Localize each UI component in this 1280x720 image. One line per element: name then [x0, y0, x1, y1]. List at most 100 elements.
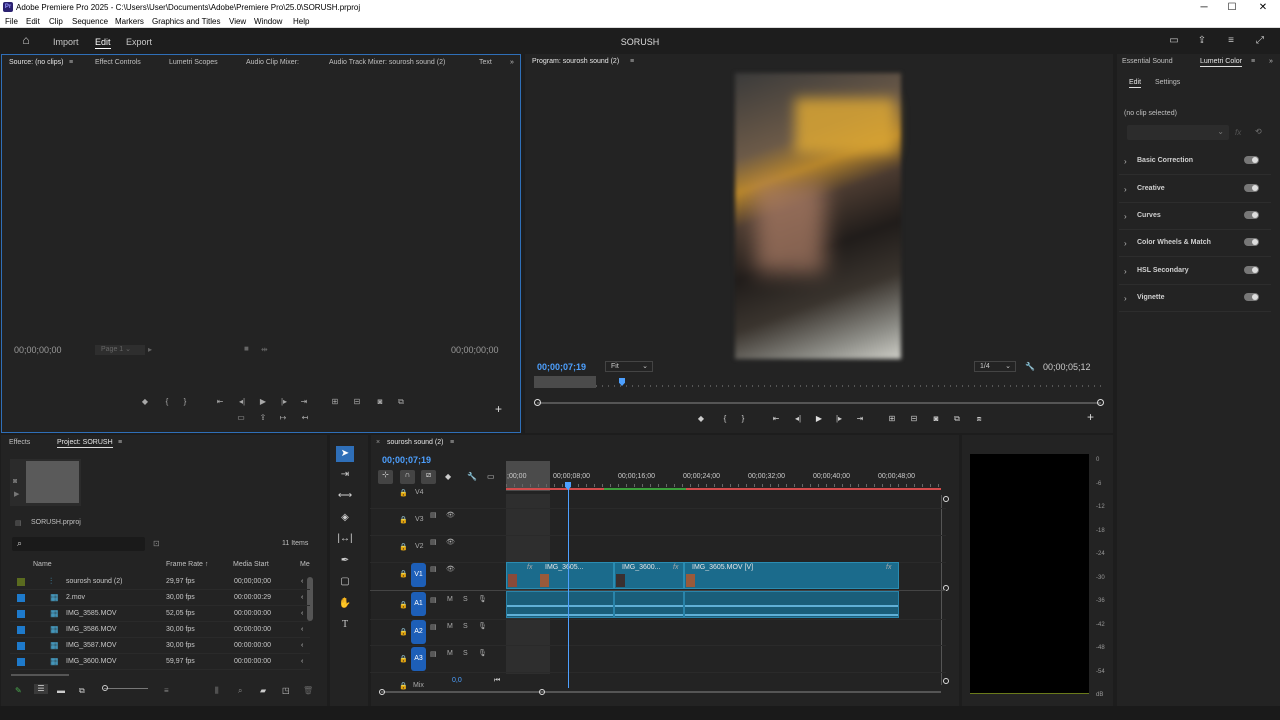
- toggle-sync-icon[interactable]: ▤: [430, 538, 437, 546]
- step-forward-icon[interactable]: |▸: [833, 414, 845, 424]
- play-icon[interactable]: ▶: [257, 397, 269, 407]
- close-sequence-icon[interactable]: ×: [376, 439, 380, 446]
- project-list-item[interactable]: ▦ IMG_3585.MOV 52,05 fps 00:00:00:00 ‹: [10, 606, 310, 622]
- mark-out-icon[interactable]: }: [738, 414, 748, 424]
- export-frame-icon[interactable]: ◙: [929, 414, 943, 424]
- col-media-end[interactable]: Me: [300, 561, 310, 568]
- step-back-icon[interactable]: ◂|: [792, 414, 804, 424]
- toggle-sync-icon[interactable]: ▤: [430, 623, 437, 631]
- tab-project[interactable]: Project: SORUSH: [57, 439, 113, 448]
- work-area-bar[interactable]: [534, 376, 596, 388]
- step-forward-icon[interactable]: |▸: [278, 397, 290, 407]
- section-toggle[interactable]: [1244, 266, 1259, 274]
- mute-button[interactable]: M: [447, 623, 453, 630]
- mix-skip-icon[interactable]: ⏮: [494, 677, 500, 685]
- rectangle-tool-icon[interactable]: ▢: [336, 574, 354, 590]
- program-title[interactable]: Program: sourosh sound (2): [532, 58, 619, 65]
- project-list-item[interactable]: ▦ IMG_3587.MOV 30,00 fps 00:00:00:00 ‹: [10, 638, 310, 654]
- lock-icon[interactable]: 🔒: [399, 655, 408, 663]
- section-color-wheels[interactable]: › Color Wheels & Match: [1119, 230, 1271, 257]
- audio-clip[interactable]: [506, 591, 614, 618]
- toggle-sync-icon[interactable]: ▤: [430, 650, 437, 658]
- workspaces-icon[interactable]: ▭: [1168, 35, 1180, 47]
- menu-window[interactable]: Window: [254, 17, 282, 26]
- timeline-playhead-line[interactable]: [568, 488, 569, 688]
- trash-icon[interactable]: 🗑: [303, 686, 313, 696]
- freeform-view-icon[interactable]: ⧉: [79, 686, 85, 696]
- close-button[interactable]: ✕: [1246, 0, 1280, 15]
- solo-button[interactable]: S: [463, 623, 468, 630]
- go-to-in-icon[interactable]: ⇤: [770, 414, 782, 424]
- tab-effects[interactable]: Effects: [9, 439, 30, 446]
- mark-in-icon[interactable]: {: [162, 397, 172, 407]
- nav-export[interactable]: Export: [126, 37, 152, 47]
- in-out-icon[interactable]: ⇹: [261, 345, 268, 355]
- find-icon[interactable]: ⌕: [238, 686, 242, 696]
- new-folder-icon[interactable]: ▰: [260, 686, 266, 696]
- menu-clip[interactable]: Clip: [49, 17, 63, 26]
- project-list-item[interactable]: ▦ IMG_3600.MOV 59,97 fps 00:00:00:00 ‹: [10, 654, 310, 670]
- list-view-icon[interactable]: ☰: [34, 684, 48, 694]
- menu-lines-icon[interactable]: ≡: [1225, 35, 1237, 47]
- lock-icon[interactable]: 🔒: [399, 516, 408, 524]
- lock-icon[interactable]: 🔒: [399, 570, 408, 578]
- maximize-button[interactable]: ☐: [1215, 0, 1249, 15]
- source-menu-icon[interactable]: ≡: [69, 59, 73, 66]
- lock-icon[interactable]: 🔒: [399, 543, 408, 551]
- play-icon[interactable]: ▶: [813, 414, 825, 424]
- panel-overflow-icon[interactable]: »: [510, 59, 514, 66]
- timeline-settings-icon[interactable]: 🔧: [467, 472, 477, 482]
- razor-tool-icon[interactable]: ◈: [336, 510, 354, 526]
- mute-button[interactable]: M: [447, 650, 453, 657]
- timeline-hscrollbar[interactable]: [381, 691, 941, 693]
- button-editor-icon[interactable]: ⧉: [394, 397, 408, 407]
- zoom-handle-right[interactable]: [1097, 399, 1104, 406]
- hscroll-handle-right[interactable]: [539, 689, 545, 695]
- comparison-view-icon[interactable]: ⧉: [950, 414, 964, 424]
- new-bin-icon[interactable]: ⊡: [153, 539, 160, 549]
- add-marker-icon[interactable]: ◆: [445, 472, 451, 482]
- toggle-sync-icon[interactable]: ▤: [430, 596, 437, 604]
- section-basic-correction[interactable]: › Basic Correction: [1119, 148, 1271, 175]
- icon-view-icon[interactable]: ▬: [57, 686, 65, 696]
- automate-icon[interactable]: ⫼: [215, 686, 219, 696]
- nav-import[interactable]: Import: [53, 37, 79, 47]
- insert-nest-icon[interactable]: ⧄: [421, 470, 436, 484]
- lock-icon[interactable]: 🔒: [399, 682, 408, 690]
- tab-effect-controls[interactable]: Effect Controls: [95, 59, 141, 66]
- captions-icon[interactable]: ▭: [487, 472, 495, 482]
- wrench-icon[interactable]: 🔧: [1025, 362, 1035, 372]
- eye-icon[interactable]: 👁: [446, 511, 455, 519]
- mic-icon[interactable]: 🎙: [478, 622, 487, 630]
- subtab-settings[interactable]: Settings: [1155, 79, 1180, 86]
- snap-icon[interactable]: ⊹: [378, 470, 393, 484]
- solo-button[interactable]: S: [463, 596, 468, 603]
- fullscreen-icon[interactable]: ⤢: [1254, 35, 1266, 47]
- type-tool-icon[interactable]: T: [336, 617, 354, 633]
- overlay-clip-icon[interactable]: ↤: [298, 413, 312, 423]
- new-item-icon[interactable]: ◳: [282, 686, 290, 696]
- lift-icon[interactable]: ⊞: [885, 414, 899, 424]
- video-clip[interactable]: IMG_3605... fx: [506, 562, 614, 589]
- section-toggle[interactable]: [1244, 156, 1259, 164]
- menu-markers[interactable]: Markers: [115, 17, 144, 26]
- vscroll-handle-top[interactable]: [943, 496, 949, 502]
- clip-select[interactable]: ⌄: [1127, 125, 1229, 140]
- slip-tool-icon[interactable]: |↔|: [336, 531, 354, 547]
- section-toggle[interactable]: [1244, 238, 1259, 246]
- solo-button[interactable]: S: [463, 650, 468, 657]
- sort-icons-icon[interactable]: ≡: [164, 686, 169, 696]
- project-list-item[interactable]: ▦ 2.mov 30,00 fps 00:00:00:29 ‹: [10, 590, 310, 606]
- menu-help[interactable]: Help: [293, 17, 309, 26]
- tab-text[interactable]: Text: [479, 59, 492, 66]
- menu-view[interactable]: View: [229, 17, 246, 26]
- insert-icon[interactable]: ⊞: [328, 397, 342, 407]
- zoom-slider[interactable]: [102, 685, 148, 691]
- project-menu-icon[interactable]: ≡: [118, 439, 122, 446]
- section-toggle[interactable]: [1244, 293, 1259, 301]
- eye-icon[interactable]: 👁: [446, 538, 455, 546]
- go-to-out-icon[interactable]: ⇥: [854, 414, 866, 424]
- nav-edit[interactable]: Edit: [95, 37, 111, 49]
- video-clip[interactable]: IMG_3605.MOV [V] fx: [684, 562, 899, 589]
- vscroll-handle-bottom[interactable]: [943, 678, 949, 684]
